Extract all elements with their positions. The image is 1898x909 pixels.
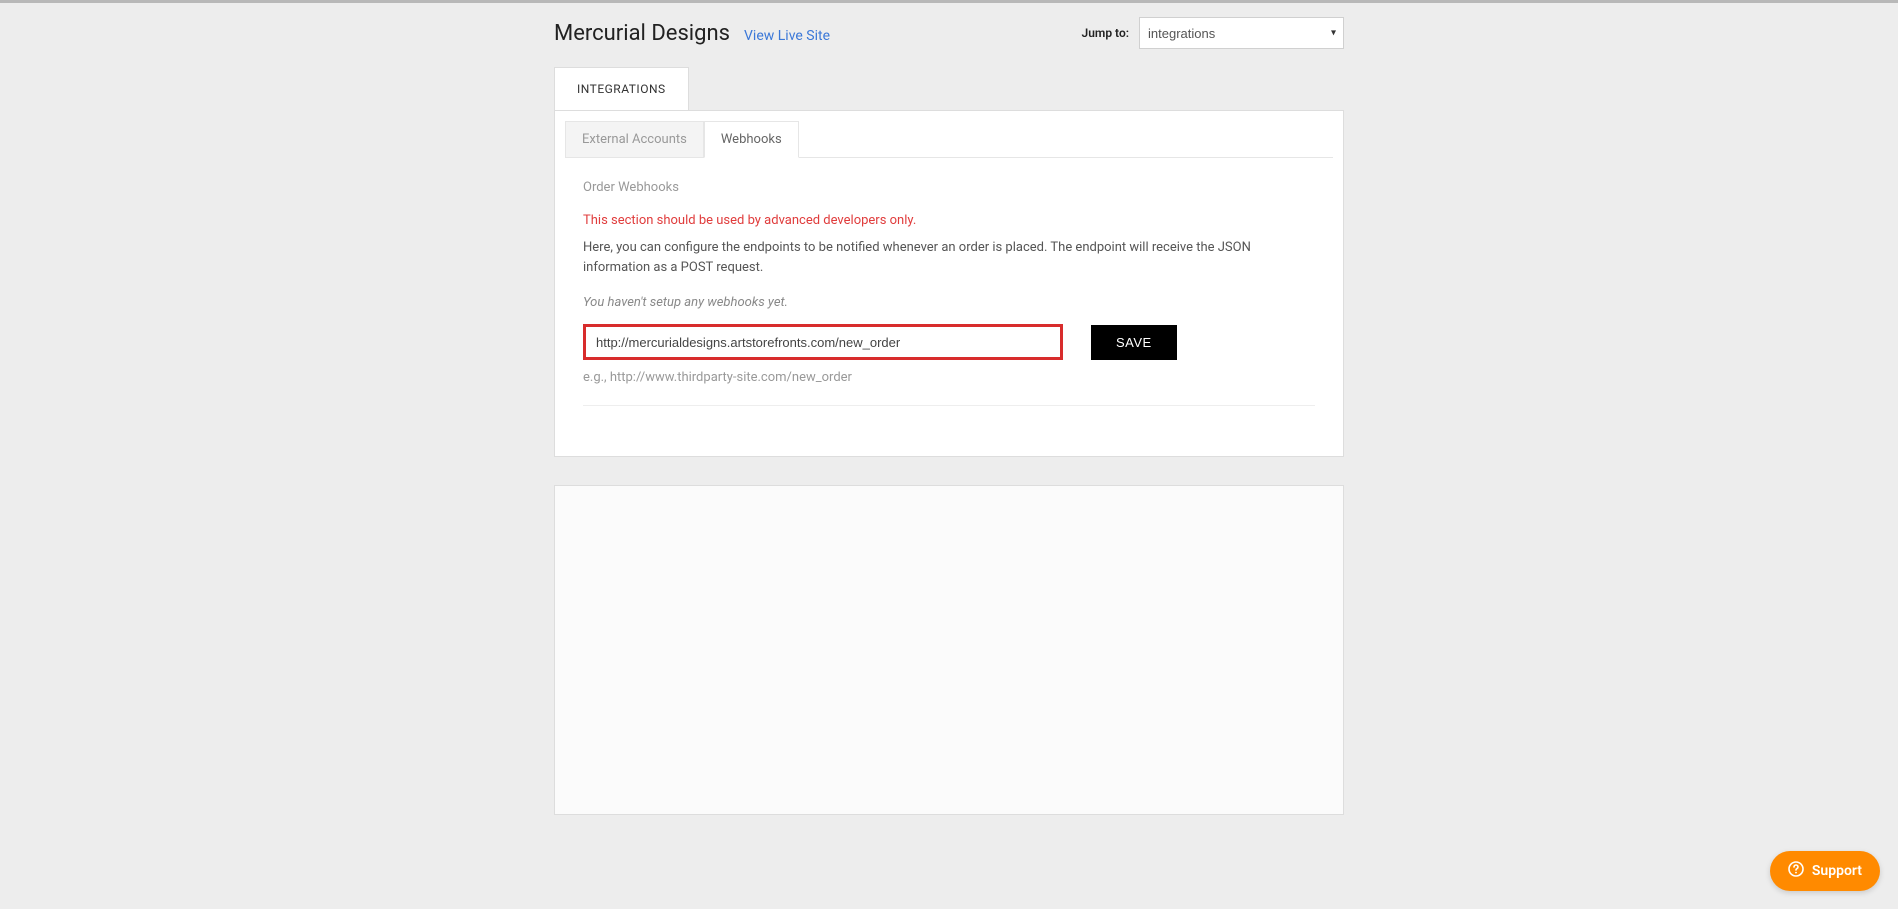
example-text: e.g., http://www.thirdparty-site.com/new… bbox=[583, 370, 1315, 385]
page-header: Mercurial Designs View Live Site Jump to… bbox=[554, 17, 1344, 49]
support-button[interactable]: Support bbox=[1770, 851, 1880, 891]
integrations-panel: External Accounts Webhooks Order Webhook… bbox=[554, 110, 1344, 457]
tab-integrations[interactable]: INTEGRATIONS bbox=[554, 67, 689, 110]
webhook-url-input[interactable] bbox=[583, 324, 1063, 360]
support-label: Support bbox=[1812, 863, 1862, 879]
subtab-external-accounts[interactable]: External Accounts bbox=[565, 121, 704, 158]
header-right: Jump to: integrations bbox=[1082, 17, 1344, 49]
jump-to-select-wrap: integrations bbox=[1139, 17, 1344, 49]
webhook-input-row: SAVE bbox=[583, 324, 1315, 360]
description-text: Here, you can configure the endpoints to… bbox=[583, 238, 1315, 277]
outer-tabs: INTEGRATIONS bbox=[554, 67, 1344, 110]
help-icon bbox=[1788, 861, 1804, 881]
lower-panel bbox=[554, 485, 1344, 815]
site-title: Mercurial Designs bbox=[554, 21, 730, 46]
subtab-webhooks[interactable]: Webhooks bbox=[704, 121, 799, 158]
jump-to-select[interactable]: integrations bbox=[1139, 17, 1344, 49]
save-button[interactable]: SAVE bbox=[1091, 325, 1177, 360]
empty-webhooks-msg: You haven't setup any webhooks yet. bbox=[583, 295, 1315, 310]
section-label: Order Webhooks bbox=[583, 180, 1315, 195]
view-live-site-link[interactable]: View Live Site bbox=[744, 28, 830, 44]
warning-text: This section should be used by advanced … bbox=[583, 213, 1315, 228]
jump-to-label: Jump to: bbox=[1082, 26, 1129, 40]
divider bbox=[583, 405, 1315, 406]
webhooks-content: Order Webhooks This section should be us… bbox=[565, 157, 1333, 416]
sub-tabs: External Accounts Webhooks bbox=[565, 121, 1333, 158]
header-left: Mercurial Designs View Live Site bbox=[554, 21, 830, 46]
